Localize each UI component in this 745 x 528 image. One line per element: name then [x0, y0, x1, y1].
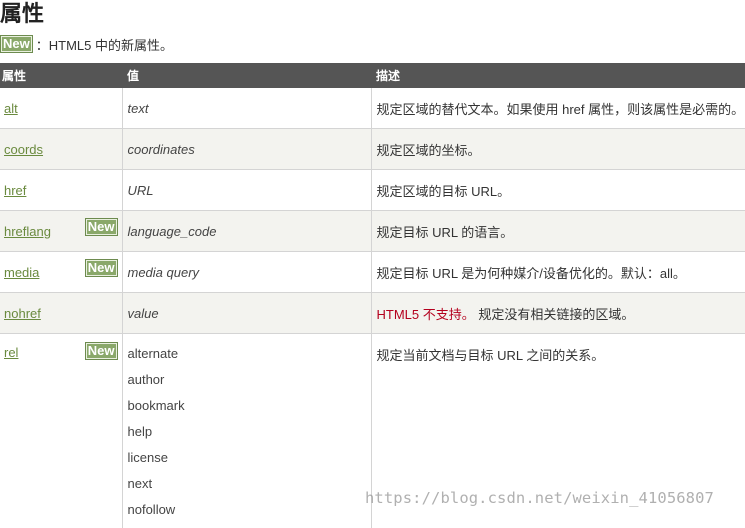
description-text: 规定没有相关链接的区域。: [475, 307, 635, 322]
new-badge: New: [85, 259, 118, 277]
table-row: href URL 规定区域的目标 URL。: [0, 170, 745, 211]
attribute-link-nohref[interactable]: nohref: [4, 306, 41, 321]
attribute-cell: nohref: [0, 293, 122, 334]
description-cell: 规定区域的坐标。: [371, 129, 745, 170]
list-item: alternate: [128, 346, 367, 372]
description-cell: 规定区域的替代文本。如果使用 href 属性，则该属性是必需的。: [371, 88, 745, 129]
page-title: 属性: [0, 0, 44, 28]
legend-text: ：HTML5 中的新属性。: [36, 35, 173, 54]
value-cell: value: [122, 293, 371, 334]
value-cell: text: [122, 88, 371, 129]
rel-value-list: alternate author bookmark help license n…: [128, 334, 367, 528]
attribute-cell: media New: [0, 252, 122, 293]
description-cell: 规定目标 URL 的语言。: [371, 211, 745, 252]
description-cell: HTML5 不支持。 规定没有相关链接的区域。: [371, 293, 745, 334]
new-badge: New: [85, 342, 118, 360]
attribute-cell: coords: [0, 129, 122, 170]
table-row: hreflang New language_code 规定目标 URL 的语言。: [0, 211, 745, 252]
attribute-link-rel[interactable]: rel: [4, 345, 18, 360]
table-header-row: 属性 值 描述: [0, 63, 745, 88]
new-badge: New: [0, 35, 33, 53]
column-header-description: 描述: [371, 63, 745, 88]
list-item: next: [128, 476, 367, 502]
attribute-cell: rel New: [0, 334, 122, 528]
list-item: help: [128, 424, 367, 450]
table-row: nohref value HTML5 不支持。 规定没有相关链接的区域。: [0, 293, 745, 334]
column-header-value: 值: [122, 63, 371, 88]
list-item: license: [128, 450, 367, 476]
description-cell: 规定目标 URL 是为何种媒介/设备优化的。默认：all。: [371, 252, 745, 293]
attribute-cell: alt: [0, 88, 122, 129]
value-cell: media query: [122, 252, 371, 293]
value-cell: URL: [122, 170, 371, 211]
attributes-table: 属性 值 描述 alt text 规定区域的替代文本。如果使用 href 属性，…: [0, 63, 745, 528]
table-row: alt text 规定区域的替代文本。如果使用 href 属性，则该属性是必需的…: [0, 88, 745, 129]
attribute-cell: href: [0, 170, 122, 211]
value-cell: language_code: [122, 211, 371, 252]
attribute-link-media[interactable]: media: [4, 265, 39, 280]
value-cell: coordinates: [122, 129, 371, 170]
watermark: https://blog.csdn.net/weixin_41056807: [365, 489, 714, 507]
table-row: coords coordinates 规定区域的坐标。: [0, 129, 745, 170]
unsupported-warning: HTML5 不支持。: [377, 307, 475, 322]
new-badge: New: [85, 218, 118, 236]
value-cell: alternate author bookmark help license n…: [122, 334, 371, 528]
description-cell: 规定区域的目标 URL。: [371, 170, 745, 211]
list-item: bookmark: [128, 398, 367, 424]
new-attribute-legend: New ：HTML5 中的新属性。: [0, 34, 173, 54]
list-item: author: [128, 372, 367, 398]
attribute-link-href[interactable]: href: [4, 183, 26, 198]
table-row: media New media query 规定目标 URL 是为何种媒介/设备…: [0, 252, 745, 293]
column-header-attribute: 属性: [0, 63, 122, 88]
list-item: nofollow: [128, 502, 367, 528]
attribute-link-coords[interactable]: coords: [4, 142, 43, 157]
attribute-cell: hreflang New: [0, 211, 122, 252]
attribute-link-hreflang[interactable]: hreflang: [4, 224, 51, 239]
attribute-link-alt[interactable]: alt: [4, 101, 18, 116]
